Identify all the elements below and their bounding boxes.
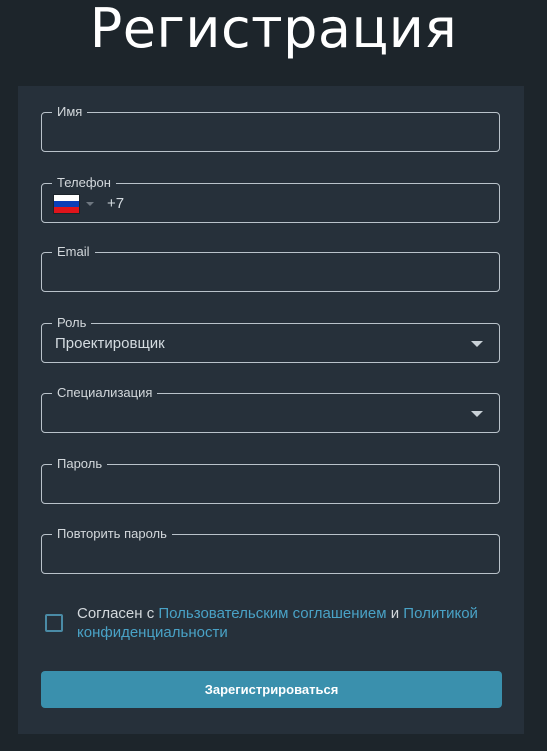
registration-form: Имя Телефон +7 Email Роль Проектировщик … <box>18 86 524 734</box>
agreement-checkbox[interactable] <box>45 614 63 632</box>
caret-down-icon[interactable] <box>471 341 483 347</box>
country-caret-down-icon[interactable] <box>86 202 94 206</box>
register-button[interactable]: Зарегистрироваться <box>41 671 502 708</box>
agreement-prefix: Согласен с <box>77 605 159 622</box>
role-select-label: Роль <box>52 315 92 331</box>
role-select[interactable]: Роль Проектировщик <box>41 315 500 363</box>
password-field-label: Пароль <box>52 456 108 472</box>
email-field-label: Email <box>52 244 95 260</box>
russia-flag-icon[interactable] <box>54 195 79 213</box>
password-field[interactable]: Пароль <box>41 456 500 504</box>
page-title: Регистрация <box>89 0 458 60</box>
name-field-label: Имя <box>52 104 88 120</box>
email-field[interactable]: Email <box>41 244 500 292</box>
phone-country-code: +7 <box>107 195 125 212</box>
name-field[interactable]: Имя <box>41 104 500 152</box>
agreement-text: Согласен с Пользовательским соглашением … <box>77 604 497 642</box>
specialization-select-label: Специализация <box>52 385 158 401</box>
phone-field[interactable]: Телефон +7 <box>41 175 500 223</box>
registration-page: Регистрация Имя Телефон +7 Email Роль Пр… <box>0 0 547 751</box>
role-select-value: Проектировщик <box>55 335 165 352</box>
agreement-conjunction: и <box>386 605 404 622</box>
phone-field-label: Телефон <box>52 175 116 191</box>
specialization-select[interactable]: Специализация <box>41 385 500 433</box>
caret-down-icon[interactable] <box>471 411 483 417</box>
terms-link[interactable]: Пользовательским соглашением <box>158 605 386 622</box>
repeat-password-field-label: Повторить пароль <box>52 526 172 542</box>
repeat-password-field[interactable]: Повторить пароль <box>41 526 500 574</box>
